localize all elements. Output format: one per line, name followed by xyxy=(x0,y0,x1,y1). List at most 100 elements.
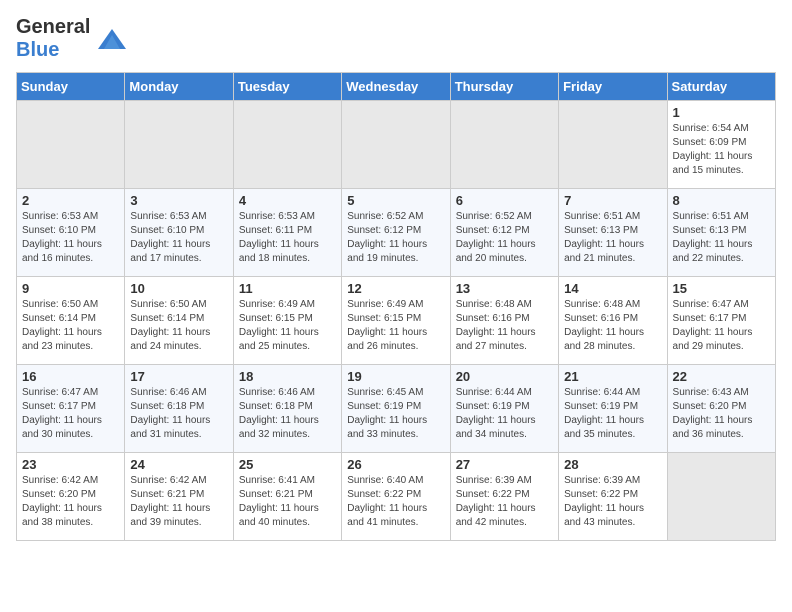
header-monday: Monday xyxy=(125,73,233,101)
calendar-cell: 4 Sunrise: 6:53 AMSunset: 6:11 PMDaylight… xyxy=(233,189,341,277)
calendar-cell xyxy=(233,101,341,189)
day-info: Sunrise: 6:40 AMSunset: 6:22 PMDaylight:… xyxy=(347,474,444,530)
day-number: 6 xyxy=(456,193,553,208)
day-number: 10 xyxy=(130,281,227,296)
day-number: 19 xyxy=(347,369,444,384)
day-number: 21 xyxy=(564,369,661,384)
calendar-cell: 11 Sunrise: 6:49 AMSunset: 6:15 PMDayligh… xyxy=(233,277,341,365)
day-number: 4 xyxy=(239,193,336,208)
day-info: Sunrise: 6:53 AMSunset: 6:10 PMDaylight:… xyxy=(130,210,227,266)
calendar-cell: 2 Sunrise: 6:53 AMSunset: 6:10 PMDaylight… xyxy=(17,189,125,277)
day-number: 8 xyxy=(673,193,770,208)
header-thursday: Thursday xyxy=(450,73,558,101)
day-info: Sunrise: 6:47 AMSunset: 6:17 PMDaylight:… xyxy=(22,386,119,442)
week-row-4: 16 Sunrise: 6:47 AMSunset: 6:17 PMDayligh… xyxy=(17,365,776,453)
day-number: 13 xyxy=(456,281,553,296)
day-info: Sunrise: 6:47 AMSunset: 6:17 PMDaylight:… xyxy=(673,298,770,354)
day-number: 7 xyxy=(564,193,661,208)
calendar-cell: 22 Sunrise: 6:43 AMSunset: 6:20 PMDayligh… xyxy=(667,365,775,453)
day-number: 26 xyxy=(347,457,444,472)
header-saturday: Saturday xyxy=(667,73,775,101)
calendar-cell: 23Sunrise: 6:42 AMSunset: 6:20 PMDayligh… xyxy=(17,453,125,541)
day-info: Sunrise: 6:44 AMSunset: 6:19 PMDaylight:… xyxy=(564,386,661,442)
calendar-cell: 10 Sunrise: 6:50 AMSunset: 6:14 PMDayligh… xyxy=(125,277,233,365)
day-info: Sunrise: 6:53 AMSunset: 6:10 PMDaylight:… xyxy=(22,210,119,266)
day-number: 1 xyxy=(673,105,770,120)
calendar-cell: 7 Sunrise: 6:51 AMSunset: 6:13 PMDaylight… xyxy=(559,189,667,277)
calendar-table: SundayMondayTuesdayWednesdayThursdayFrid… xyxy=(16,72,776,541)
page-header: General Blue xyxy=(16,16,776,62)
day-info: Sunrise: 6:42 AMSunset: 6:21 PMDaylight:… xyxy=(130,474,227,530)
day-number: 16 xyxy=(22,369,119,384)
day-number: 11 xyxy=(239,281,336,296)
calendar-cell: 19 Sunrise: 6:45 AMSunset: 6:19 PMDayligh… xyxy=(342,365,450,453)
day-number: 25 xyxy=(239,457,336,472)
calendar-cell: 13 Sunrise: 6:48 AMSunset: 6:16 PMDayligh… xyxy=(450,277,558,365)
logo-general: General xyxy=(16,16,90,38)
day-number: 2 xyxy=(22,193,119,208)
day-info: Sunrise: 6:39 AMSunset: 6:22 PMDaylight:… xyxy=(564,474,661,530)
week-row-2: 2 Sunrise: 6:53 AMSunset: 6:10 PMDaylight… xyxy=(17,189,776,277)
day-number: 28 xyxy=(564,457,661,472)
calendar-cell xyxy=(125,101,233,189)
day-info: Sunrise: 6:48 AMSunset: 6:16 PMDaylight:… xyxy=(564,298,661,354)
logo: General Blue xyxy=(16,16,130,62)
calendar-cell: 8 Sunrise: 6:51 AMSunset: 6:13 PMDaylight… xyxy=(667,189,775,277)
day-number: 12 xyxy=(347,281,444,296)
day-info: Sunrise: 6:49 AMSunset: 6:15 PMDaylight:… xyxy=(239,298,336,354)
day-info: Sunrise: 6:54 AMSunset: 6:09 PMDaylight:… xyxy=(673,122,770,178)
logo-text: General Blue xyxy=(16,16,90,62)
day-info: Sunrise: 6:52 AMSunset: 6:12 PMDaylight:… xyxy=(347,210,444,266)
calendar-cell: 1 Sunrise: 6:54 AMSunset: 6:09 PMDaylight… xyxy=(667,101,775,189)
day-info: Sunrise: 6:50 AMSunset: 6:14 PMDaylight:… xyxy=(130,298,227,354)
logo-blue: Blue xyxy=(16,39,59,61)
header-friday: Friday xyxy=(559,73,667,101)
header-tuesday: Tuesday xyxy=(233,73,341,101)
calendar-cell: 26 Sunrise: 6:40 AMSunset: 6:22 PMDayligh… xyxy=(342,453,450,541)
calendar-cell: 12 Sunrise: 6:49 AMSunset: 6:15 PMDayligh… xyxy=(342,277,450,365)
day-info: Sunrise: 6:52 AMSunset: 6:12 PMDaylight:… xyxy=(456,210,553,266)
calendar-cell xyxy=(559,101,667,189)
calendar-cell: 17Sunrise: 6:46 AMSunset: 6:18 PMDayligh… xyxy=(125,365,233,453)
day-number: 23 xyxy=(22,457,119,472)
header-sunday: Sunday xyxy=(17,73,125,101)
day-info: Sunrise: 6:43 AMSunset: 6:20 PMDaylight:… xyxy=(673,386,770,442)
calendar-cell xyxy=(17,101,125,189)
day-number: 3 xyxy=(130,193,227,208)
day-number: 20 xyxy=(456,369,553,384)
week-row-1: 1 Sunrise: 6:54 AMSunset: 6:09 PMDaylight… xyxy=(17,101,776,189)
calendar-cell: 27 Sunrise: 6:39 AMSunset: 6:22 PMDayligh… xyxy=(450,453,558,541)
header-wednesday: Wednesday xyxy=(342,73,450,101)
calendar-cell xyxy=(450,101,558,189)
calendar-cell: 25 Sunrise: 6:41 AMSunset: 6:21 PMDayligh… xyxy=(233,453,341,541)
day-info: Sunrise: 6:39 AMSunset: 6:22 PMDaylight:… xyxy=(456,474,553,530)
logo-icon xyxy=(94,21,130,57)
day-info: Sunrise: 6:41 AMSunset: 6:21 PMDaylight:… xyxy=(239,474,336,530)
day-info: Sunrise: 6:49 AMSunset: 6:15 PMDaylight:… xyxy=(347,298,444,354)
week-row-5: 23Sunrise: 6:42 AMSunset: 6:20 PMDayligh… xyxy=(17,453,776,541)
day-info: Sunrise: 6:46 AMSunset: 6:18 PMDaylight:… xyxy=(130,386,227,442)
calendar-cell: 16 Sunrise: 6:47 AMSunset: 6:17 PMDayligh… xyxy=(17,365,125,453)
day-info: Sunrise: 6:44 AMSunset: 6:19 PMDaylight:… xyxy=(456,386,553,442)
day-info: Sunrise: 6:51 AMSunset: 6:13 PMDaylight:… xyxy=(564,210,661,266)
calendar-cell xyxy=(667,453,775,541)
day-info: Sunrise: 6:46 AMSunset: 6:18 PMDaylight:… xyxy=(239,386,336,442)
day-number: 14 xyxy=(564,281,661,296)
calendar-cell: 9Sunrise: 6:50 AMSunset: 6:14 PMDaylight… xyxy=(17,277,125,365)
calendar-cell: 3 Sunrise: 6:53 AMSunset: 6:10 PMDaylight… xyxy=(125,189,233,277)
day-info: Sunrise: 6:53 AMSunset: 6:11 PMDaylight:… xyxy=(239,210,336,266)
header-row: SundayMondayTuesdayWednesdayThursdayFrid… xyxy=(17,73,776,101)
day-number: 22 xyxy=(673,369,770,384)
day-info: Sunrise: 6:48 AMSunset: 6:16 PMDaylight:… xyxy=(456,298,553,354)
calendar-cell: 14 Sunrise: 6:48 AMSunset: 6:16 PMDayligh… xyxy=(559,277,667,365)
day-number: 27 xyxy=(456,457,553,472)
calendar-cell: 5Sunrise: 6:52 AMSunset: 6:12 PMDaylight… xyxy=(342,189,450,277)
day-number: 18 xyxy=(239,369,336,384)
day-info: Sunrise: 6:51 AMSunset: 6:13 PMDaylight:… xyxy=(673,210,770,266)
calendar-cell: 21 Sunrise: 6:44 AMSunset: 6:19 PMDayligh… xyxy=(559,365,667,453)
calendar-cell: 20 Sunrise: 6:44 AMSunset: 6:19 PMDayligh… xyxy=(450,365,558,453)
week-row-3: 9Sunrise: 6:50 AMSunset: 6:14 PMDaylight… xyxy=(17,277,776,365)
calendar-cell: 18 Sunrise: 6:46 AMSunset: 6:18 PMDayligh… xyxy=(233,365,341,453)
calendar-cell xyxy=(342,101,450,189)
day-info: Sunrise: 6:45 AMSunset: 6:19 PMDaylight:… xyxy=(347,386,444,442)
